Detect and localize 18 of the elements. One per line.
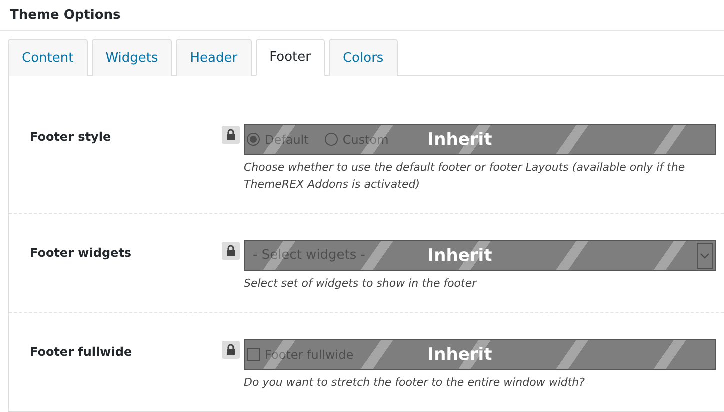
tab[interactable]: Widgets — [92, 39, 172, 76]
inherit-overlay: Inherit — [428, 130, 492, 150]
field-description: Do you want to stretch the footer to the entire window width? — [244, 375, 586, 391]
inherit-overlay: Inherit — [428, 246, 492, 266]
field-label: Footer widgets — [30, 245, 133, 262]
field-label: Footer style — [30, 129, 112, 146]
tab[interactable]: Colors — [328, 39, 398, 76]
inherit-overlay: Inherit — [428, 344, 492, 364]
field-description: Choose whether to use the default footer or footer Layouts (available only if the ThemeREX Addons is activated) — [244, 160, 686, 193]
section-title: Theme Options — [0, 0, 724, 31]
lock-icon[interactable] — [222, 242, 240, 260]
tab[interactable]: Footer — [256, 39, 325, 76]
tab[interactable]: Header — [176, 39, 252, 76]
field-description: Select set of widgets to show in the footer — [244, 276, 478, 292]
field-label: Footer fullwide — [30, 344, 134, 361]
lock-icon[interactable] — [222, 341, 240, 359]
lock-icon[interactable] — [222, 126, 240, 144]
tab[interactable]: Content — [8, 39, 88, 76]
